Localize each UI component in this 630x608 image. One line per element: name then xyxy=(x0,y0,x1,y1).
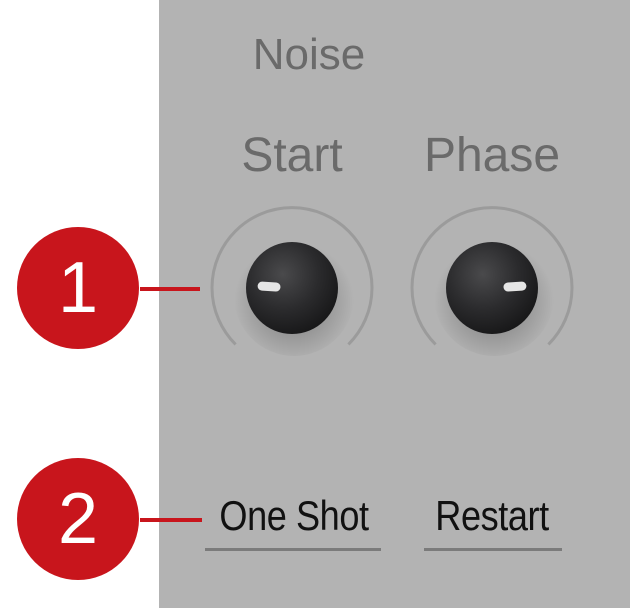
start-knob-graphic xyxy=(210,206,374,356)
phase-knob-indicator xyxy=(503,281,527,292)
callout-2-badge: 2 xyxy=(17,458,139,580)
callout-2-line xyxy=(140,518,202,522)
phase-knob-graphic xyxy=(410,206,574,356)
callout-1-badge: 1 xyxy=(17,227,139,349)
restart-underline xyxy=(424,548,562,551)
phase-knob[interactable] xyxy=(404,200,580,376)
one-shot-underline xyxy=(205,548,381,551)
noise-section-annotated: Noise Start Phase One Shot Restart 1 2 xyxy=(0,0,630,608)
callout-1-line xyxy=(140,287,200,291)
start-knob-label: Start xyxy=(241,129,343,182)
start-knob[interactable] xyxy=(204,200,380,376)
start-knob-indicator xyxy=(257,281,281,292)
one-shot-button[interactable]: One Shot xyxy=(210,492,379,540)
section-title: Noise xyxy=(252,30,366,79)
restart-button[interactable]: Restart xyxy=(421,492,562,540)
phase-knob-label: Phase xyxy=(423,129,561,182)
